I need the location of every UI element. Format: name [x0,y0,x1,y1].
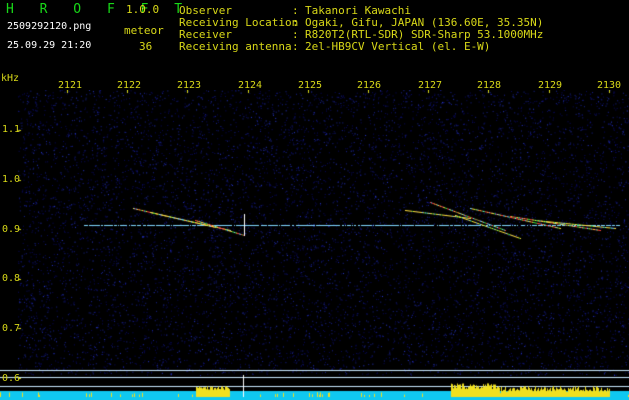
time-tick-2122: 2122 [117,80,142,91]
observer-key: Observer [179,4,232,17]
observer-colon: : [292,4,299,17]
antenna-key: Receiving antenna [179,40,292,53]
time-tick-2127: 2127 [418,80,443,91]
location-value: Ogaki, Gifu, JAPAN (136.60E, 35.35N) [305,16,544,29]
time-tick-2128: 2128 [477,80,502,91]
antenna-value: 2el-HB9CV Vertical (el. E-W) [305,40,491,53]
freq-tick-0.8: 0.8 [2,273,21,284]
time-tick-2125: 2125 [298,80,323,91]
time-tick-2123: 2123 [177,80,202,91]
time-tick-2121: 2121 [58,80,83,91]
spectrogram [0,90,629,400]
y-unit-label: kHz [1,73,20,84]
time-tick-2126: 2126 [357,80,382,91]
freq-tick-1.0: 1.0 [2,174,21,185]
location-key: Receiving Location [179,16,299,29]
hrofft-window: H R O F F T 1.0.0 2509292120.png 25.09.2… [0,0,629,400]
freq-tick-0.7: 0.7 [2,323,21,334]
location-colon: : [292,16,299,29]
meteor-count: 36 [139,40,153,53]
observer-value: Takanori Kawachi [305,4,411,17]
freq-tick-0.6: 0.6 [2,373,21,384]
observation-datetime: 25.09.29 21:20 [7,40,92,51]
app-title: H R O F F T [6,2,192,17]
image-filename: 2509292120.png [7,21,92,32]
receiver-key: Receiver [179,28,232,41]
freq-tick-0.9: 0.9 [2,224,21,235]
receiver-value: R820T2(RTL-SDR) SDR-Sharp 53.1000MHz [305,28,544,41]
meteor-label: meteor [124,24,164,37]
time-tick-2124: 2124 [238,80,263,91]
receiver-colon: : [292,28,299,41]
time-tick-2130: 2130 [597,80,622,91]
freq-tick-1.1: 1.1 [2,124,21,135]
time-tick-2129: 2129 [538,80,563,91]
app-version: 1.0.0 [126,3,160,16]
antenna-colon: : [292,40,299,53]
